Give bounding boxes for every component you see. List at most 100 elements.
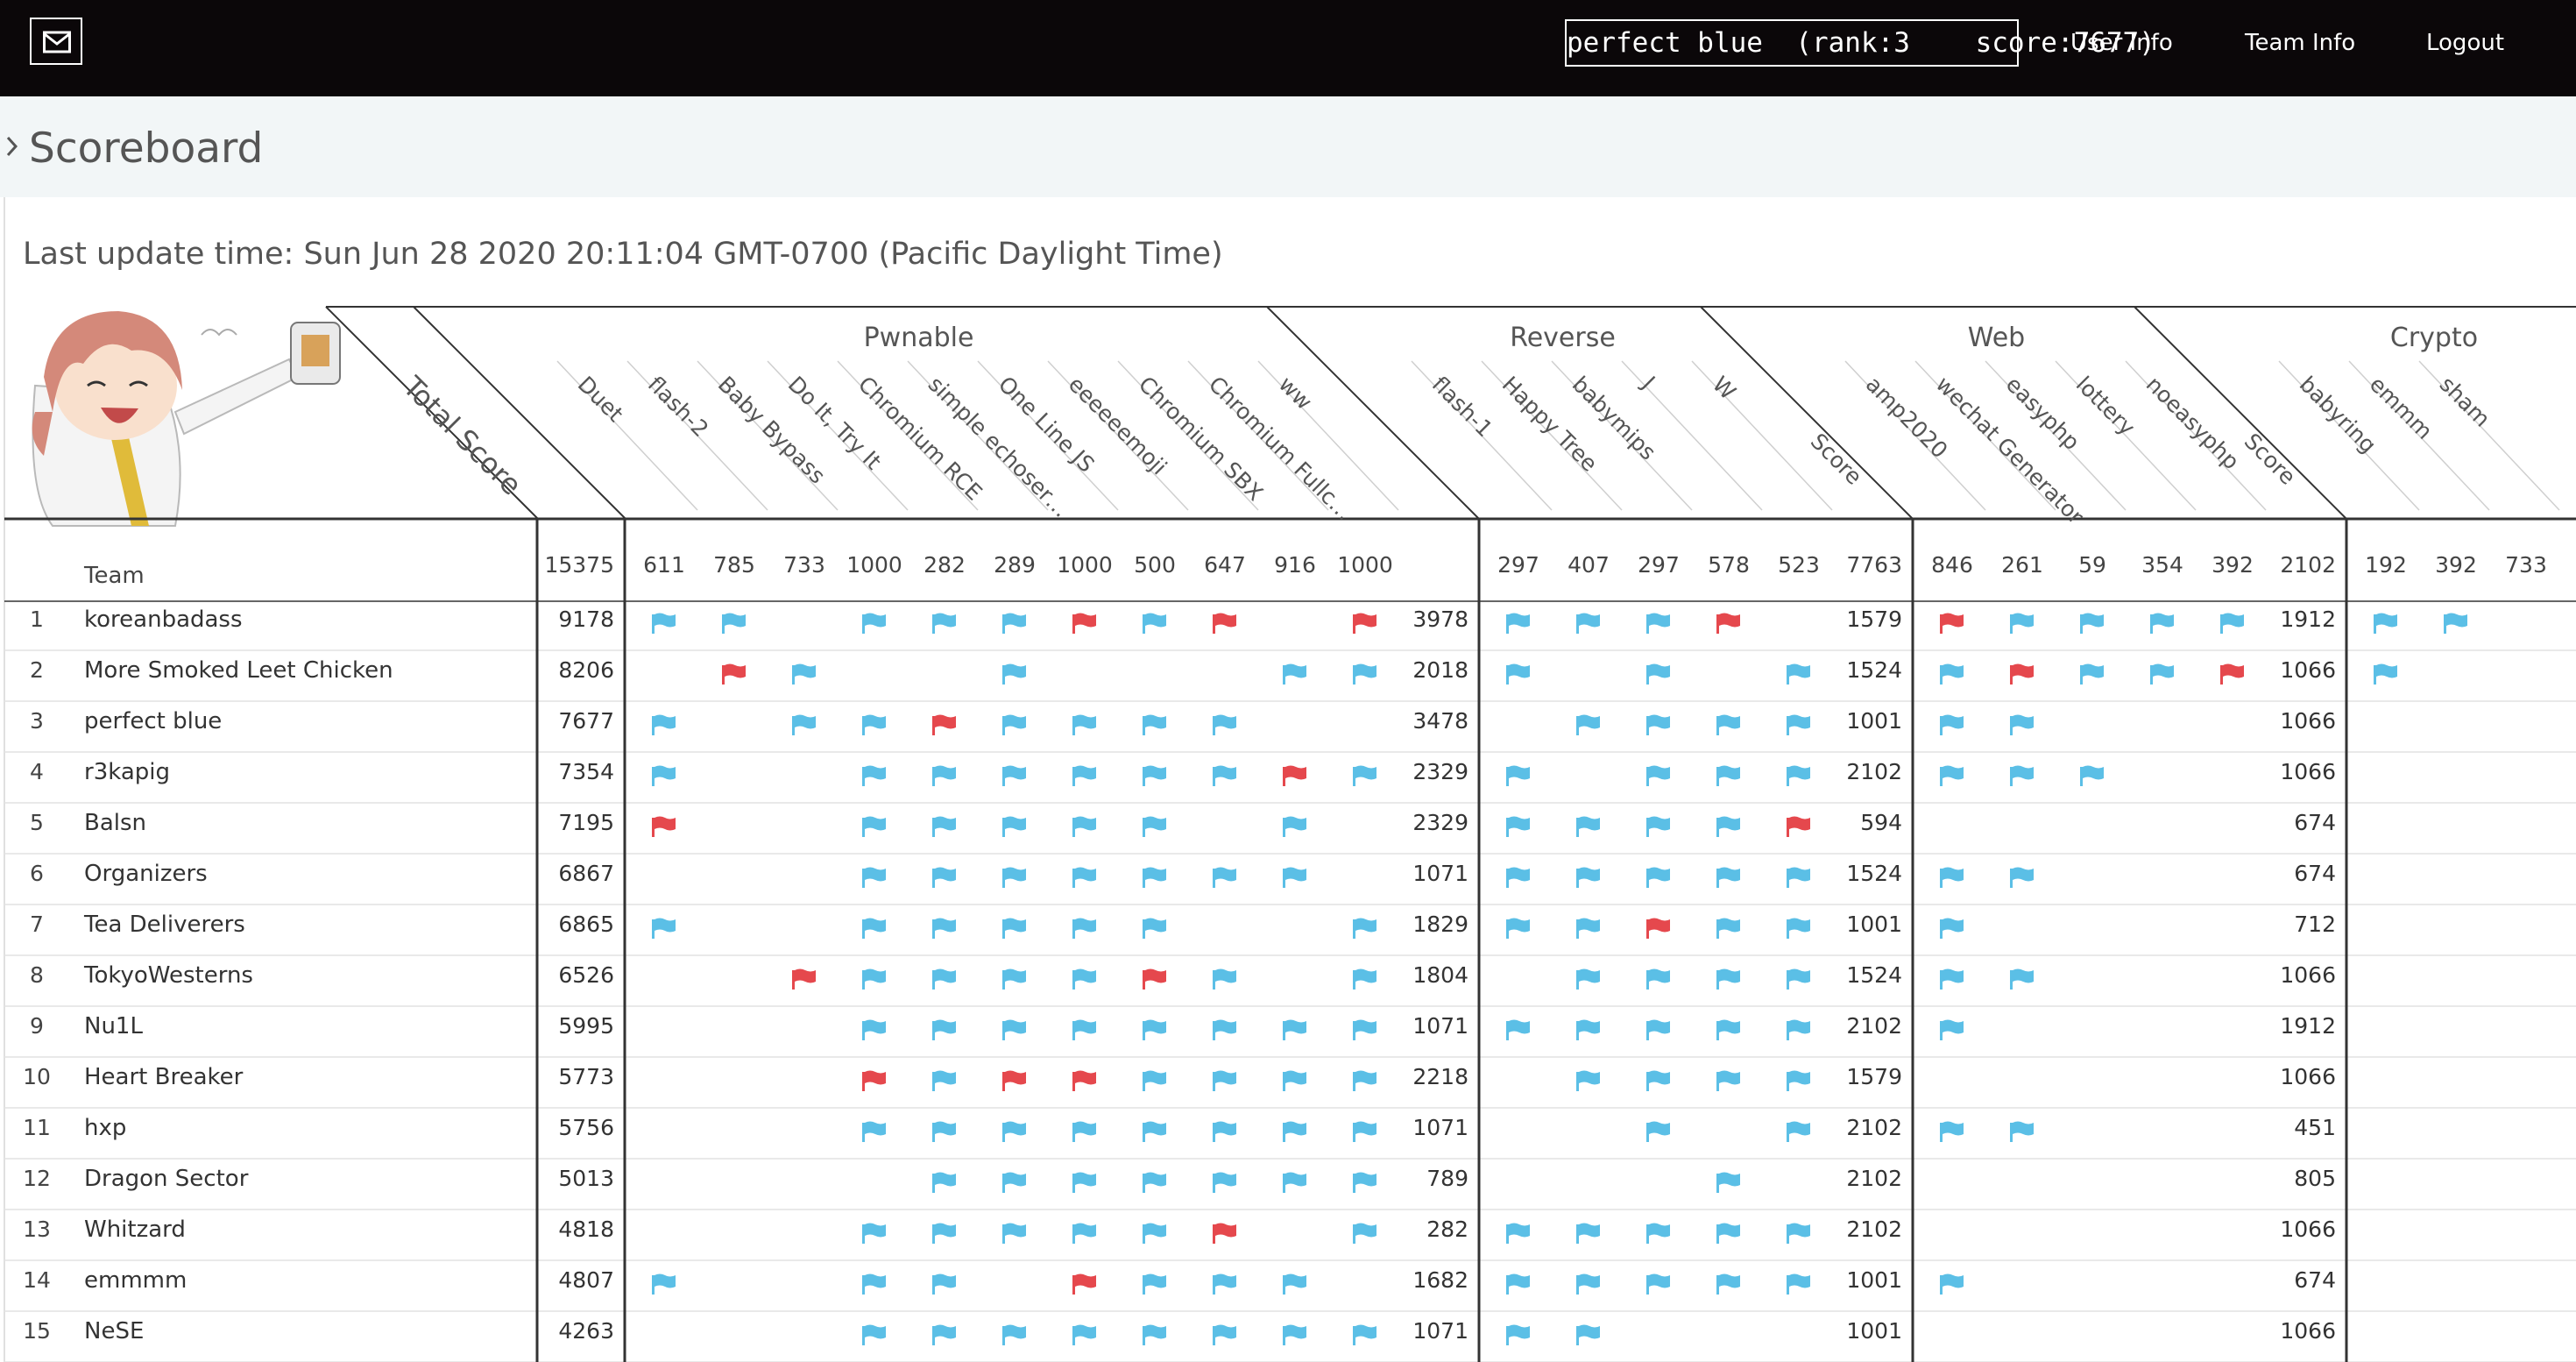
first-blood-flag-icon: [1213, 1223, 1236, 1244]
solved-flag-icon: [1143, 1324, 1166, 1345]
solved-flag-icon: [1353, 1223, 1376, 1244]
solved-flag-icon: [1787, 1121, 1810, 1142]
solved-flag-icon: [1002, 1324, 1026, 1345]
solved-flag-icon: [1506, 1324, 1530, 1345]
first-blood-flag-icon: [1072, 613, 1096, 634]
solved-flag-icon: [1940, 1273, 1964, 1295]
team-name: Heart Breaker: [84, 1064, 244, 1090]
solved-flag-icon: [1716, 918, 1740, 939]
solved-flag-icon: [932, 968, 956, 990]
team-rank: 3: [30, 708, 44, 734]
solved-flag-icon: [1576, 613, 1600, 634]
solved-flag-icon: [652, 714, 676, 735]
solved-flag-icon: [1716, 968, 1740, 990]
team-category-score: 805: [2294, 1166, 2336, 1191]
solved-flag-icon: [1506, 1223, 1530, 1244]
team-category-score: 1071: [1412, 1318, 1468, 1344]
team-category-score: 1066: [2280, 1064, 2336, 1089]
team-name: hxp: [84, 1115, 126, 1141]
team-total: 7195: [558, 810, 614, 835]
solved-flag-icon: [1213, 1172, 1236, 1193]
solved-flag-icon: [1940, 867, 1964, 888]
solved-flag-icon: [1002, 1172, 1026, 1193]
solved-flag-icon: [1072, 867, 1096, 888]
solved-flag-icon: [1143, 1273, 1166, 1295]
solved-flag-icon: [1213, 765, 1236, 786]
challenge-name: babyring: [2295, 372, 2381, 458]
solved-flag-icon: [1072, 1019, 1096, 1040]
team-category-score: 789: [1426, 1166, 1468, 1191]
solved-flag-icon: [1787, 1019, 1810, 1040]
challenge-points: 261: [2001, 552, 2043, 578]
team-total: 9178: [558, 607, 614, 632]
solved-flag-icon: [1002, 968, 1026, 990]
category-name-crypto: Crypto: [2390, 323, 2478, 353]
solved-flag-icon: [2010, 765, 2034, 786]
team-rank: 4: [30, 759, 44, 784]
challenge-points: 282: [924, 552, 966, 578]
team-total: 5013: [558, 1166, 614, 1191]
team-category-score: 1524: [1846, 861, 1902, 886]
team-rank: 14: [23, 1267, 51, 1293]
team-name: Tea Deliverers: [83, 912, 245, 938]
team-total: 7677: [558, 708, 614, 734]
challenge-points: 192: [2365, 552, 2407, 578]
team-category-score: 1682: [1412, 1267, 1468, 1293]
solved-flag-icon: [1716, 1070, 1740, 1091]
solved-flag-icon: [652, 613, 676, 634]
team-category-score: 674: [2294, 1267, 2336, 1293]
challenge-points: 354: [2141, 552, 2183, 578]
team-category-score: 2102: [1846, 759, 1902, 784]
category-name-reverse: Reverse: [1510, 323, 1616, 353]
team-category-score: 1001: [1846, 1318, 1902, 1344]
team-category-score: 1524: [1846, 657, 1902, 683]
team-rank: 2: [30, 657, 44, 683]
solved-flag-icon: [1506, 1019, 1530, 1040]
solved-flag-icon: [1072, 968, 1096, 990]
solved-flag-icon: [1506, 1273, 1530, 1295]
solved-flag-icon: [1787, 663, 1810, 685]
solved-flag-icon: [1283, 1172, 1306, 1193]
header-slant: [1700, 306, 1914, 520]
team-category-score: 712: [2294, 912, 2336, 937]
solved-flag-icon: [1213, 1121, 1236, 1142]
team-category-score: 1071: [1412, 1115, 1468, 1140]
solved-flag-icon: [1646, 816, 1670, 837]
solved-flag-icon: [2444, 613, 2467, 634]
solved-flag-icon: [1143, 1223, 1166, 1244]
team-category-score: 2018: [1412, 657, 1468, 683]
solved-flag-icon: [1353, 1172, 1376, 1193]
challenge-points: 733: [2505, 552, 2547, 578]
solved-flag-icon: [862, 1121, 886, 1142]
solved-flag-icon: [932, 765, 956, 786]
solved-flag-icon: [1787, 918, 1810, 939]
solved-flag-icon: [1940, 918, 1964, 939]
solved-flag-icon: [1506, 663, 1530, 685]
solved-flag-icon: [932, 867, 956, 888]
solved-flag-icon: [652, 918, 676, 939]
solved-flag-icon: [932, 613, 956, 634]
solved-flag-icon: [1072, 1172, 1096, 1193]
team-name: r3kapig: [84, 759, 170, 785]
challenge-points: 785: [713, 552, 755, 578]
solved-flag-icon: [1002, 918, 1026, 939]
team-rank: 9: [30, 1013, 44, 1039]
solved-flag-icon: [2080, 765, 2104, 786]
solved-flag-icon: [2220, 613, 2244, 634]
challenge-name: W: [1708, 372, 1741, 405]
solved-flag-icon: [1143, 1121, 1166, 1142]
solved-flag-icon: [1646, 613, 1670, 634]
solved-flag-icon: [1646, 1070, 1670, 1091]
team-category-score: 1071: [1412, 1013, 1468, 1039]
solved-flag-icon: [1072, 816, 1096, 837]
team-category-score: 1001: [1846, 708, 1902, 734]
first-blood-flag-icon: [1072, 1273, 1096, 1295]
solved-flag-icon: [1940, 765, 1964, 786]
team-category-score: 2329: [1412, 810, 1468, 835]
team-category-score: 2102: [1846, 1013, 1902, 1039]
team-category-score: 594: [1860, 810, 1902, 835]
solved-flag-icon: [1506, 867, 1530, 888]
solved-flag-icon: [1716, 714, 1740, 735]
team-category-score: 3978: [1412, 607, 1468, 632]
category-score-label: Score: [1806, 429, 1867, 490]
